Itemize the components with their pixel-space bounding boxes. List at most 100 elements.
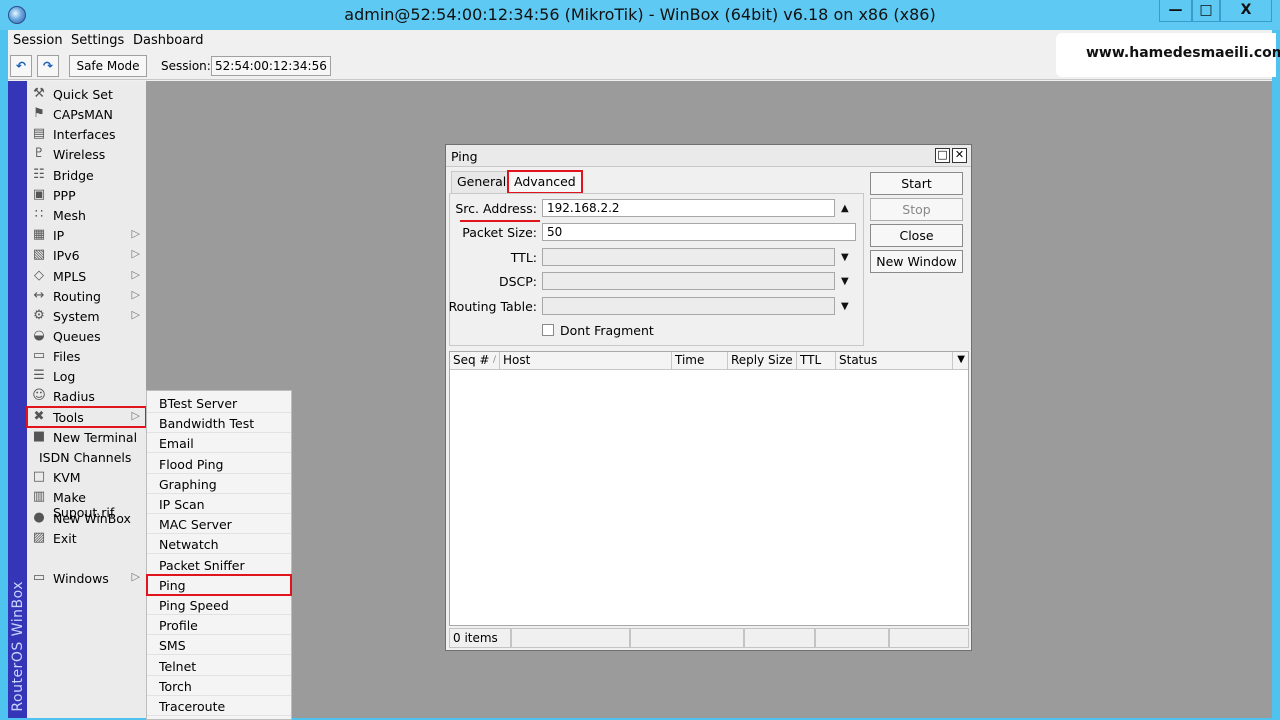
- columns-dropdown-icon[interactable]: ▼: [957, 354, 965, 365]
- sidebar-item-interfaces[interactable]: ▤ Interfaces: [27, 124, 146, 144]
- sidebar-item-system[interactable]: ⚙ System ▷: [27, 306, 146, 326]
- sidebar-item-mpls[interactable]: ◇ MPLS ▷: [27, 266, 146, 286]
- col-ttl[interactable]: TTL: [797, 352, 836, 370]
- routing-table-input[interactable]: [542, 297, 835, 315]
- submenu-item-sms[interactable]: SMS: [147, 635, 291, 656]
- sidebar-item-tools[interactable]: ✖ Tools ▷: [26, 406, 147, 428]
- sidebar-item-label: Quick Set: [53, 87, 113, 102]
- submenu-item-packet-sniffer[interactable]: Packet Sniffer: [147, 555, 291, 575]
- log-icon: ☰: [33, 368, 45, 383]
- stop-button[interactable]: Stop: [870, 198, 963, 221]
- sidebar-item-wireless[interactable]: ♇ Wireless: [27, 144, 146, 164]
- sidebar-item-mesh[interactable]: ∷ Mesh: [27, 205, 146, 225]
- sidebar-item-exit[interactable]: ▨ Exit: [27, 528, 146, 548]
- sidebar-item-new-terminal[interactable]: ■ New Terminal: [27, 427, 146, 447]
- col-seq[interactable]: Seq # /: [450, 352, 500, 370]
- sidebar-item-label: Radius: [53, 389, 95, 404]
- sidebar-item-kvm[interactable]: □ KVM: [27, 467, 146, 487]
- submenu-item-label: Flood Ping: [159, 456, 224, 472]
- ping-results-table: Seq # / Host Time Reply Size TTL Status ▼: [449, 351, 969, 626]
- menu-settings[interactable]: Settings: [71, 33, 124, 48]
- maximize-button[interactable]: □: [1192, 0, 1220, 22]
- dont-fragment-checkbox[interactable]: [542, 324, 554, 336]
- submenu-item-label: SMS: [159, 638, 186, 654]
- safe-mode-button[interactable]: Safe Mode: [69, 55, 147, 77]
- sidebar-item-windows[interactable]: ▭ Windows ▷: [27, 568, 146, 588]
- routing-table-dropdown-icon[interactable]: ▼: [841, 301, 849, 312]
- sidebar-item-label: Log: [53, 369, 76, 384]
- sidebar-item-ipv6[interactable]: ▧ IPv6 ▷: [27, 245, 146, 265]
- start-button[interactable]: Start: [870, 172, 963, 195]
- col-host[interactable]: Host: [500, 352, 672, 370]
- interfaces-icon: ▤: [32, 126, 46, 141]
- sidebar-item-ppp[interactable]: ▣ PPP: [27, 185, 146, 205]
- new-window-button[interactable]: New Window: [870, 250, 963, 273]
- col-time[interactable]: Time: [672, 352, 728, 370]
- tab-general[interactable]: General: [451, 171, 513, 193]
- close-button[interactable]: Close: [870, 224, 963, 247]
- undo-button[interactable]: ↶: [10, 55, 32, 77]
- submenu-item-mac-server[interactable]: MAC Server: [147, 514, 291, 535]
- sidebar-item-radius[interactable]: ☺ Radius: [27, 386, 146, 406]
- session-label: Session:: [161, 59, 211, 73]
- menu-session[interactable]: Session: [13, 33, 63, 48]
- sidebar-item-ip[interactable]: ▦ IP ▷: [27, 225, 146, 245]
- packet-size-input[interactable]: 50: [542, 223, 856, 241]
- submenu-item-traceroute[interactable]: Traceroute: [147, 696, 291, 716]
- submenu-item-ping-speed[interactable]: Ping Speed: [147, 595, 291, 615]
- submenu-item-torch[interactable]: Torch: [147, 676, 291, 696]
- mesh-icon: ∷: [34, 207, 44, 222]
- col-reply-size[interactable]: Reply Size: [728, 352, 797, 370]
- submenu-item-telnet[interactable]: Telnet: [147, 656, 291, 676]
- ttl-label: TTL:: [510, 250, 537, 265]
- submenu-item-label: BTest Server: [159, 396, 238, 411]
- sidebar-item-quick-set[interactable]: ⚒ Quick Set: [27, 84, 146, 104]
- ping-maximize-button[interactable]: □: [935, 148, 950, 163]
- submenu-item-ping[interactable]: Ping: [146, 573, 292, 596]
- ipv6-icon: ▧: [32, 247, 46, 262]
- sidebar-item-label: PPP: [53, 188, 76, 203]
- ttl-input[interactable]: [542, 248, 835, 266]
- sidebar-item-bridge[interactable]: ☷ Bridge: [27, 165, 146, 185]
- sidebar-item-routing[interactable]: ↔ Routing ▷: [27, 286, 146, 306]
- dscp-input[interactable]: [542, 272, 835, 290]
- submenu-item-email[interactable]: Email: [147, 433, 291, 454]
- sidebar-item-files[interactable]: ▭ Files: [27, 346, 146, 366]
- sidebar-item-label: CAPsMAN: [53, 107, 113, 122]
- submenu-item-graphing[interactable]: Graphing: [147, 474, 291, 494]
- submenu-arrow-icon: ▷: [131, 288, 140, 301]
- sidebar-item-label: KVM: [53, 470, 81, 485]
- src-address-up-arrow-icon[interactable]: ▲: [841, 203, 849, 214]
- submenu-item-flood-ping[interactable]: Flood Ping: [147, 454, 291, 474]
- close-window-button[interactable]: X: [1220, 0, 1272, 22]
- sidebar-item-capsman[interactable]: ⚑ CAPsMAN: [27, 104, 146, 124]
- submenu-item-label: Telnet: [159, 658, 197, 674]
- submenu-item-btest-server[interactable]: BTest Server: [147, 393, 291, 413]
- col-status[interactable]: Status: [836, 352, 953, 370]
- dscp-dropdown-icon[interactable]: ▼: [841, 276, 849, 287]
- sidebar-item-label: Routing: [53, 289, 101, 304]
- packet-size-label: Packet Size:: [462, 225, 537, 240]
- system-icon: ⚙: [33, 308, 45, 323]
- sidebar-item-log[interactable]: ☰ Log: [27, 366, 146, 386]
- submenu-item-profile[interactable]: Profile: [147, 615, 291, 636]
- redo-button[interactable]: ↷: [37, 55, 59, 77]
- src-address-input[interactable]: 192.168.2.2: [542, 199, 835, 217]
- minimize-button[interactable]: —: [1159, 0, 1192, 22]
- sidebar-item-make-supout-rif[interactable]: ▥ Make Supout.rif: [27, 487, 146, 520]
- session-value: 52:54:00:12:34:56: [211, 56, 331, 76]
- tab-advanced[interactable]: Advanced: [507, 170, 583, 194]
- menu-dashboard[interactable]: Dashboard: [133, 33, 204, 48]
- ttl-dropdown-icon[interactable]: ▼: [841, 252, 849, 263]
- sidebar-item-new-winbox[interactable]: ● New WinBox: [27, 508, 146, 528]
- submenu-item-bandwidth-test[interactable]: Bandwidth Test: [147, 413, 291, 434]
- status-cell: [815, 628, 889, 648]
- sidebar-item-label: Mesh: [53, 208, 86, 223]
- ping-close-button[interactable]: ✕: [952, 148, 967, 163]
- capsman-icon: ⚑: [33, 106, 45, 121]
- sidebar-item-queues[interactable]: ◒ Queues: [27, 326, 146, 346]
- submenu-item-ip-scan[interactable]: IP Scan: [147, 494, 291, 514]
- submenu-item-netwatch[interactable]: Netwatch: [147, 534, 291, 555]
- items-count: 0 items: [449, 628, 511, 648]
- sidebar-item-isdn-channels[interactable]: ISDN Channels: [27, 447, 146, 467]
